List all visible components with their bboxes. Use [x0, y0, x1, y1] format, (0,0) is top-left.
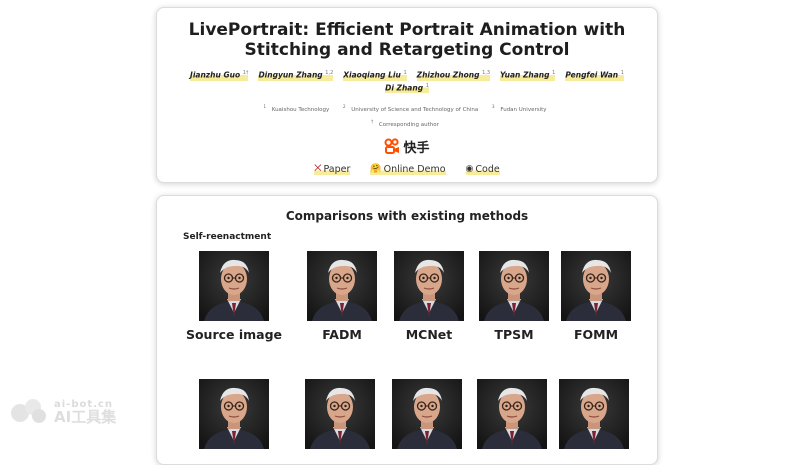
author-link[interactable]: Pengfei Wan 1 [565, 68, 624, 81]
portrait-thumbnail [199, 251, 269, 321]
result-video[interactable] [561, 251, 631, 321]
comparison-cell [477, 379, 547, 449]
portrait-thumbnail [392, 379, 462, 449]
logo-text: 快手 [403, 140, 430, 156]
result-video[interactable] [394, 251, 464, 321]
result-video[interactable] [477, 379, 547, 449]
result-video[interactable] [307, 251, 377, 321]
comparison-cell [305, 379, 375, 449]
portrait-thumbnail [559, 379, 629, 449]
comparison-cell [392, 379, 462, 449]
author-link[interactable]: Dingyun Zhang 1,2 [258, 68, 334, 81]
comparison-cell [199, 379, 269, 449]
affiliations: 1 Kuaishou Technology 2 University of Sc… [157, 101, 657, 131]
section-title: Comparisons with existing methods [285, 209, 529, 223]
watermark-brand: AI工具集 [54, 408, 117, 426]
affiliation: 2 University of Science and Technology o… [342, 104, 479, 113]
watermark-logo-icon [11, 399, 46, 423]
portrait-thumbnail [561, 251, 631, 321]
arxiv-icon: ⨉ [314, 164, 322, 175]
paper-title: LivePortrait: Efficient Portrait Animati… [188, 20, 626, 60]
resource-links: ⨉ Paper 🤗 Online Demo ◉ Code [157, 163, 657, 175]
portrait-thumbnail [479, 251, 549, 321]
affiliation: 1 Kuaishou Technology [263, 104, 330, 113]
result-video[interactable] [392, 379, 462, 449]
portrait-thumbnail [199, 379, 269, 449]
comparison-cell: Source image [186, 251, 282, 342]
affiliation: 3 Fudan University [492, 104, 547, 113]
watermark: ai-bot.cn AI工具集 [8, 398, 117, 426]
portrait-thumbnail [305, 379, 375, 449]
author-link[interactable]: Di Zhang 1 [385, 80, 429, 93]
corresponding-note: † Corresponding author [371, 118, 439, 128]
author-link[interactable]: Zhizhou Zhong 1,3 [416, 68, 491, 81]
author-list: Jianzhu Guo 1† Dingyun Zhang 1,2 Xiaoqia… [157, 68, 657, 93]
kuaishou-logo: 快手 [157, 137, 657, 156]
comparisons-card: Comparisons with existing methods Self-r… [156, 195, 658, 465]
subsection-title: Self-reenactment [183, 232, 272, 242]
paper-header-card: LivePortrait: Efficient Portrait Animati… [156, 7, 658, 183]
result-video[interactable] [479, 251, 549, 321]
online-demo-link[interactable]: 🤗 Online Demo [370, 163, 446, 175]
portrait-thumbnail [394, 251, 464, 321]
author-link[interactable]: Jianzhu Guo 1† [190, 68, 249, 81]
github-icon: ◉ [465, 164, 474, 175]
portrait-thumbnail [307, 251, 377, 321]
comparison-cell [559, 379, 629, 449]
code-link[interactable]: ◉ Code [465, 163, 500, 175]
method-label: FOMM [573, 327, 619, 342]
kuaishou-icon [384, 138, 400, 155]
result-video[interactable] [305, 379, 375, 449]
portrait-thumbnail [477, 379, 547, 449]
author-link[interactable]: Yuan Zhang 1 [500, 68, 556, 81]
comparison-cell: FOMM [561, 251, 631, 342]
author-link[interactable]: Xiaoqiang Liu 1 [343, 68, 407, 81]
huggingface-icon: 🤗 [370, 164, 382, 175]
paper-link[interactable]: ⨉ Paper [314, 163, 351, 175]
source-video[interactable] [199, 251, 269, 321]
result-video[interactable] [559, 379, 629, 449]
source-video[interactable] [199, 379, 269, 449]
